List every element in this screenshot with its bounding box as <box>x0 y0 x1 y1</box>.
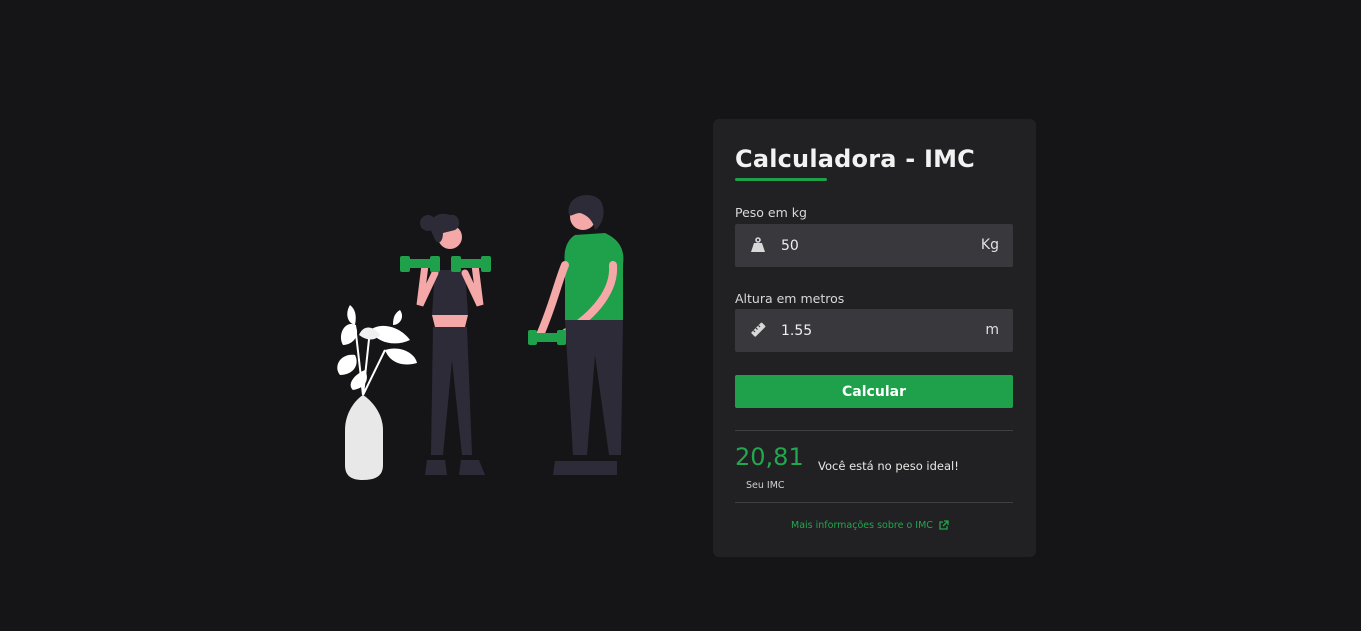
calculate-button[interactable]: Calcular <box>735 375 1013 408</box>
more-info-link-label: Mais informações sobre o IMC <box>791 520 933 531</box>
divider <box>735 502 1013 503</box>
title-underline <box>735 178 827 181</box>
weight-input[interactable] <box>781 224 951 267</box>
weight-unit: Kg <box>980 237 999 253</box>
bmi-caption: Seu IMC <box>746 480 785 491</box>
ruler-icon <box>751 322 766 337</box>
fitness-illustration <box>337 195 624 480</box>
height-input[interactable] <box>781 309 951 352</box>
page-title: Calculadora - IMC <box>735 145 975 173</box>
weight-label: Peso em kg <box>735 205 807 220</box>
height-label: Altura em metros <box>735 291 845 306</box>
height-field[interactable]: m <box>735 309 1013 352</box>
bmi-value: 20,81 <box>735 443 804 471</box>
external-link-icon <box>939 520 949 530</box>
man-figure <box>528 195 624 475</box>
divider <box>735 430 1013 431</box>
more-info-link[interactable]: Mais informações sobre o IMC <box>791 520 949 531</box>
page: Calculadora - IMC Peso em kg Kg Altura e… <box>0 0 1361 631</box>
weight-field[interactable]: Kg <box>735 224 1013 267</box>
plant-icon <box>337 305 417 480</box>
bmi-message: Você está no peso ideal! <box>818 459 959 473</box>
woman-figure <box>400 213 491 475</box>
height-unit: m <box>985 322 999 338</box>
calculator-card: Calculadora - IMC Peso em kg Kg Altura e… <box>713 119 1036 557</box>
weight-icon <box>751 237 765 252</box>
